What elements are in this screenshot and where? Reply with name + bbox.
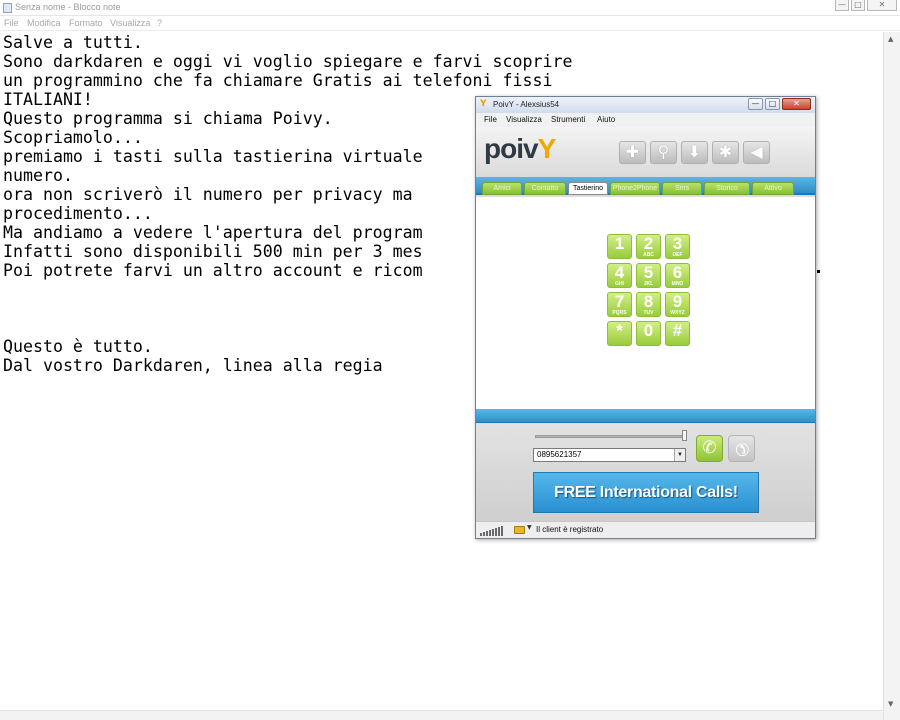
dial-pad-area: 1 2 ABC 3 DEF 4 GHI 5 JKL 6 MNO 7 PQRS 8 TUV 9 WXYZ * 0 # xyxy=(476,197,815,409)
poivy-menu-strumenti[interactable]: Strumenti xyxy=(551,115,585,124)
signal-strength-icon xyxy=(480,525,506,536)
chevron-down-icon[interactable]: ▼ xyxy=(674,449,685,461)
notepad-line: Sono darkdaren e oggi vi voglio spiegare… xyxy=(3,52,573,71)
dial-key-digit: # xyxy=(672,321,683,340)
dial-key-letters: DEF xyxy=(672,252,683,258)
notepad-menu-modifica[interactable]: Modifica xyxy=(27,18,61,28)
poivy-logo: poivY xyxy=(484,133,556,164)
dial-key-4[interactable]: 4 GHI xyxy=(607,263,632,288)
notepad-line: Salve a tutti. xyxy=(3,33,143,52)
tab-attivo[interactable]: Attivo xyxy=(752,182,794,195)
status-mail-icon[interactable] xyxy=(514,526,525,534)
search-icon[interactable]: ⚲ xyxy=(650,141,677,164)
poivy-app-icon: Y xyxy=(480,99,487,109)
dial-key-letters: TUV xyxy=(643,310,654,316)
mouse-pointer xyxy=(817,270,820,273)
dial-key-digit: 4 xyxy=(614,263,625,282)
status-text: Il client è registrato xyxy=(536,525,604,534)
dial-key-letters: JKL xyxy=(643,281,654,287)
dial-key-letters: ABC xyxy=(643,252,654,258)
dial-key-hash[interactable]: # xyxy=(665,321,690,346)
notepad-vertical-scrollbar[interactable]: ▲ ▼ xyxy=(883,32,900,720)
dial-key-star[interactable]: * xyxy=(607,321,632,346)
dial-key-digit: 0 xyxy=(643,321,654,340)
notepad-maximize-button[interactable]: □ xyxy=(851,0,865,11)
dial-key-letters: MNO xyxy=(671,281,684,287)
dial-key-letters: PQRS xyxy=(612,310,627,316)
dial-key-1[interactable]: 1 xyxy=(607,234,632,259)
dial-key-digit: 8 xyxy=(643,292,654,311)
phone-number-value: 0895621357 xyxy=(537,450,582,459)
dial-key-3[interactable]: 3 DEF xyxy=(665,234,690,259)
scroll-up-icon[interactable]: ▲ xyxy=(888,35,893,43)
poivy-window-title: PoivY - Alexsius54 xyxy=(493,100,560,109)
dial-key-digit: 9 xyxy=(672,292,683,311)
hangup-phone-icon: ✆ xyxy=(729,436,754,461)
hangup-button[interactable]: ✆ xyxy=(728,435,755,462)
dial-key-7[interactable]: 7 PQRS xyxy=(607,292,632,317)
dial-key-letters: GHI xyxy=(615,281,624,287)
poivy-divider-bar xyxy=(476,409,815,423)
add-icon[interactable]: ✚ xyxy=(619,141,646,164)
poivy-close-button[interactable]: ✕ xyxy=(782,98,811,110)
download-icon[interactable]: ⬇ xyxy=(681,141,708,164)
notepad-menu-bar: File Modifica Formato Visualizza ? xyxy=(0,16,900,31)
poivy-header: poivY ✚ ⚲ ⬇ ✱ ◀ xyxy=(476,127,815,177)
poivy-title-bar[interactable]: Y PoivY - Alexsius54 — □ ✕ xyxy=(476,97,815,113)
poivy-status-bar: ▼ Il client è registrato xyxy=(476,521,815,538)
dial-key-5[interactable]: 5 JKL xyxy=(636,263,661,288)
tab-tastierino[interactable]: Tastierino xyxy=(568,182,608,195)
dial-key-0[interactable]: 0 xyxy=(636,321,661,346)
notepad-menu-file[interactable]: File xyxy=(4,18,19,28)
volume-slider-thumb[interactable] xyxy=(682,430,687,441)
dial-key-digit: * xyxy=(616,321,623,340)
settings-icon[interactable]: ✱ xyxy=(712,141,739,164)
call-panel: 0895621357 ▼ ✆ ✆ FREE International Call… xyxy=(476,424,815,521)
poivy-menu-bar: File Visualizza Strumenti Aiuto xyxy=(476,113,815,127)
poivy-menu-visualizza[interactable]: Visualizza xyxy=(506,115,542,124)
poivy-menu-aiuto[interactable]: Aiuto xyxy=(597,115,615,124)
call-button[interactable]: ✆ xyxy=(696,435,723,462)
tab-sms[interactable]: Sms xyxy=(662,182,702,195)
tab-phone2phone[interactable]: Phone2Phone xyxy=(610,182,660,195)
notepad-close-button[interactable]: ✕ xyxy=(867,0,897,11)
dial-key-digit: 5 xyxy=(643,263,654,282)
poivy-window: Y PoivY - Alexsius54 — □ ✕ File Visualiz… xyxy=(475,96,816,539)
notepad-menu-formato[interactable]: Formato xyxy=(69,18,103,28)
tab-amici[interactable]: Amici xyxy=(482,182,522,195)
poivy-maximize-button[interactable]: □ xyxy=(765,98,780,110)
notepad-horizontal-scrollbar[interactable] xyxy=(0,710,883,720)
dial-key-letters: WXYZ xyxy=(670,310,685,316)
notepad-window-title: Senza nome - Blocco note xyxy=(15,2,121,12)
dial-key-2[interactable]: 2 ABC xyxy=(636,234,661,259)
dial-key-8[interactable]: 8 TUV xyxy=(636,292,661,317)
poivy-tab-bar: Amici Contatto Tastierino Phone2Phone Sms Sto… xyxy=(476,177,815,195)
dial-key-9[interactable]: 9 WXYZ xyxy=(665,292,690,317)
volume-slider-track[interactable] xyxy=(535,435,685,438)
phone-number-field[interactable]: 0895621357 ▼ xyxy=(533,448,686,462)
notepad-line: un programmino che fa chiamare Gratis ai… xyxy=(3,71,553,90)
dial-key-digit: 2 xyxy=(643,234,654,253)
free-calls-banner[interactable]: FREE International Calls! xyxy=(533,472,759,513)
scroll-down-icon[interactable]: ▼ xyxy=(888,700,893,708)
notepad-app-icon xyxy=(3,3,12,13)
dial-key-6[interactable]: 6 MNO xyxy=(665,263,690,288)
notepad-menu-visualizza[interactable]: Visualizza xyxy=(110,18,150,28)
notepad-menu-help[interactable]: ? xyxy=(157,18,162,28)
poivy-menu-file[interactable]: File xyxy=(484,115,497,124)
phone-icon: ✆ xyxy=(702,438,717,458)
notepad-minimize-button[interactable]: — xyxy=(835,0,849,11)
dial-key-digit: 6 xyxy=(672,263,683,282)
status-dropdown-icon[interactable]: ▼ xyxy=(527,524,532,531)
notepad-title-bar[interactable]: Senza nome - Blocco note — □ ✕ xyxy=(0,0,900,16)
dial-key-digit: 3 xyxy=(672,234,683,253)
poivy-minimize-button[interactable]: — xyxy=(748,98,763,110)
tab-contatto[interactable]: Contatto xyxy=(524,182,566,195)
speaker-icon[interactable]: ◀ xyxy=(743,141,770,164)
tab-storico[interactable]: Storico xyxy=(704,182,750,195)
dial-key-digit: 1 xyxy=(614,234,625,253)
dial-key-digit: 7 xyxy=(614,292,625,311)
